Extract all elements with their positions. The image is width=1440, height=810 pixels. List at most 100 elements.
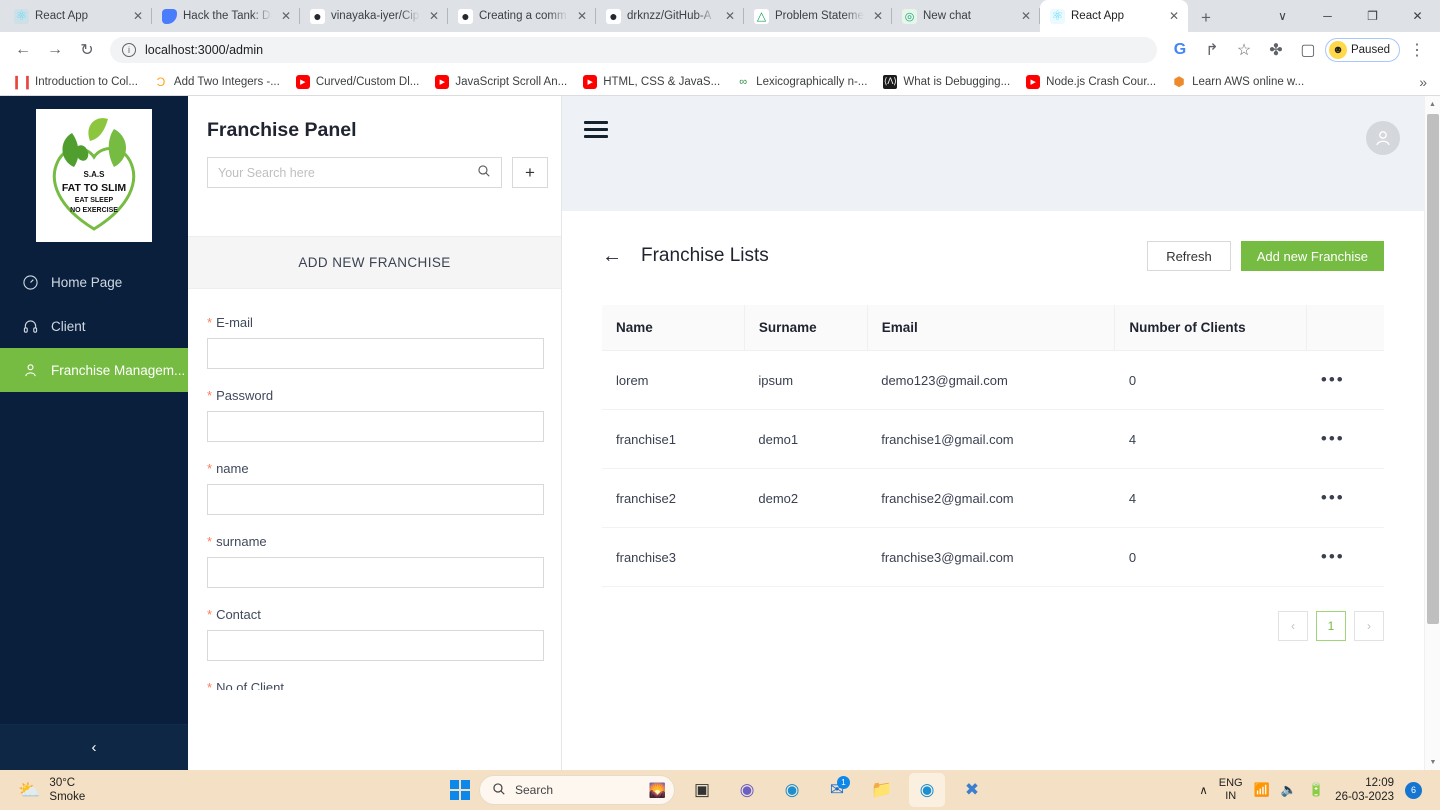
add-franchise-form: * E-mail * Password * name * surname * C… [188,289,561,690]
browser-tab[interactable]: ● Creating a comm ✕ [448,0,596,32]
pagination-prev-button[interactable]: ‹ [1278,611,1308,641]
close-window-button[interactable]: ✕ [1395,0,1440,32]
reload-button[interactable]: ↻ [72,35,102,65]
field-label-text: E-mail [216,315,253,330]
field-password: * Password [207,388,544,442]
column-header-number-of-clients[interactable]: Number of Clients [1114,305,1307,351]
bookmark-item[interactable]: ▶ HTML, CSS & JavaS... [576,72,727,92]
pagination-next-button[interactable]: › [1354,611,1384,641]
edge-icon[interactable]: ◉ [774,773,810,807]
new-tab-button[interactable]: + [1192,4,1220,32]
cell-name: lorem [602,350,745,410]
bookmark-item[interactable]: ▶ JavaScript Scroll An... [428,72,574,92]
browser-tab[interactable]: △ Problem Stateme ✕ [744,0,892,32]
bookmarks-overflow-icon[interactable]: » [1414,72,1432,92]
browser-tab[interactable]: ● vinayaka-iyer/Cip ✕ [300,0,448,32]
chrome-icon[interactable]: ◉ [909,773,945,807]
browser-tab[interactable]: ⚛ React App ✕ [4,0,152,32]
browser-tab[interactable]: Hack the Tank: Da ✕ [152,0,300,32]
side-panel-icon[interactable]: ▢ [1293,35,1323,65]
share-icon[interactable]: ↱ [1197,35,1227,65]
bookmark-item[interactable]: ❙❙ Introduction to Col... [8,72,145,92]
search-icon[interactable] [477,164,491,181]
scrollbar-thumb[interactable] [1427,114,1439,624]
youtube-icon: ▶ [583,74,598,89]
row-actions-menu-icon[interactable]: ••• [1306,350,1384,410]
tab-close-icon[interactable]: ✕ [426,8,442,24]
tab-close-icon[interactable]: ✕ [1018,8,1034,24]
browser-tab[interactable]: ● drknzz/GitHub-A ✕ [596,0,744,32]
bookmark-item[interactable]: ∞ Lexicographically n-... [729,72,874,92]
profile-paused-button[interactable]: ☻ Paused [1324,38,1400,62]
vscode-icon[interactable]: ✖ [954,773,990,807]
site-info-icon[interactable]: i [122,43,136,57]
browser-toolbar: ← → ↻ i localhost:3000/admin G ↱ ☆ ✤ ▢ ☻… [0,32,1440,68]
bookmark-star-icon[interactable]: ☆ [1229,35,1259,65]
column-header-surname[interactable]: Surname [743,305,868,351]
tab-close-icon[interactable]: ✕ [130,8,146,24]
back-arrow-icon[interactable]: ← [602,245,622,268]
task-view-icon[interactable]: ▣ [684,773,720,807]
bookmark-item[interactable]: ⟨Λ⟩ What is Debugging... [876,72,1017,92]
bookmark-label: Curved/Custom Dl... [315,75,420,88]
sidebar-item-franchise-management[interactable]: Franchise Managem... [0,348,188,392]
start-icon[interactable] [450,780,470,800]
column-header-email[interactable]: Email [866,305,1115,351]
table-row[interactable]: franchise3 franchise3@gmail.com 0 ••• [602,527,1384,587]
cell-email: franchise2@gmail.com [867,468,1115,528]
minimize-button[interactable]: ─ [1305,0,1350,32]
refresh-button[interactable]: Refresh [1147,241,1231,271]
cell-email: franchise1@gmail.com [867,409,1115,469]
tab-close-icon[interactable]: ✕ [1166,8,1182,24]
bookmark-item[interactable]: ⬢ Learn AWS online w... [1165,72,1311,92]
file-explorer-icon[interactable]: 📁 [864,773,900,807]
user-avatar-icon[interactable] [1366,121,1400,155]
taskbar-search[interactable]: Search 🌄 [479,775,675,805]
maximize-button[interactable]: ❐ [1350,0,1395,32]
bookmark-item[interactable]: ▶ Node.js Crash Cour... [1019,72,1163,92]
people-icon [22,362,38,378]
page-scrollbar[interactable]: ▲ ▼ [1424,96,1440,770]
mail-icon[interactable]: ✉ 1 [819,773,855,807]
widgets-icon[interactable]: ◉ [729,773,765,807]
back-button[interactable]: ← [8,35,38,65]
bookmark-item[interactable]: Ɔ Add Two Integers -... [147,72,287,92]
browser-tab[interactable]: ◎ New chat ✕ [892,0,1040,32]
sidebar-collapse-button[interactable]: ‹ [0,724,188,770]
email-input[interactable] [207,338,544,369]
scroll-down-arrow-icon[interactable]: ▼ [1425,754,1440,770]
column-header-name[interactable]: Name [602,305,745,351]
required-asterisk: * [207,315,213,330]
name-input[interactable] [207,484,544,515]
tab-close-icon[interactable]: ✕ [722,8,738,24]
tab-close-icon[interactable]: ✕ [574,8,590,24]
forward-button[interactable]: → [40,35,70,65]
hamburger-icon[interactable] [584,121,608,138]
password-input[interactable] [207,411,544,442]
table-row[interactable]: franchise2 demo2 franchise2@gmail.com 4 … [602,468,1384,528]
address-bar[interactable]: i localhost:3000/admin [110,37,1157,63]
surname-input[interactable] [207,557,544,588]
extensions-icon[interactable]: ✤ [1261,35,1291,65]
google-lens-icon[interactable]: G [1165,35,1195,65]
tab-search-icon[interactable]: ∨ [1260,0,1305,32]
row-actions-menu-icon[interactable]: ••• [1306,527,1384,587]
scroll-up-arrow-icon[interactable]: ▲ [1425,96,1440,112]
contact-input[interactable] [207,630,544,661]
row-actions-menu-icon[interactable]: ••• [1306,409,1384,469]
row-actions-menu-icon[interactable]: ••• [1306,468,1384,528]
table-row[interactable]: franchise1 demo1 franchise1@gmail.com 4 … [602,409,1384,469]
pagination-page-1[interactable]: 1 [1316,611,1346,641]
search-input[interactable] [218,165,477,180]
tab-close-icon[interactable]: ✕ [870,8,886,24]
add-franchise-plus-button[interactable]: + [512,157,548,188]
table-row[interactable]: lorem ipsum demo123@gmail.com 0 ••• [602,350,1384,410]
browser-tab-active[interactable]: ⚛ React App ✕ [1040,0,1188,32]
search-box[interactable] [207,157,502,188]
bookmark-item[interactable]: ▶ Curved/Custom Dl... [289,72,427,92]
tab-close-icon[interactable]: ✕ [278,8,294,24]
browser-menu-icon[interactable]: ⋮ [1402,35,1432,65]
sidebar-item-client[interactable]: Client [0,304,188,348]
add-new-franchise-button[interactable]: Add new Franchise [1240,241,1384,271]
sidebar-item-home-page[interactable]: Home Page [0,260,188,304]
